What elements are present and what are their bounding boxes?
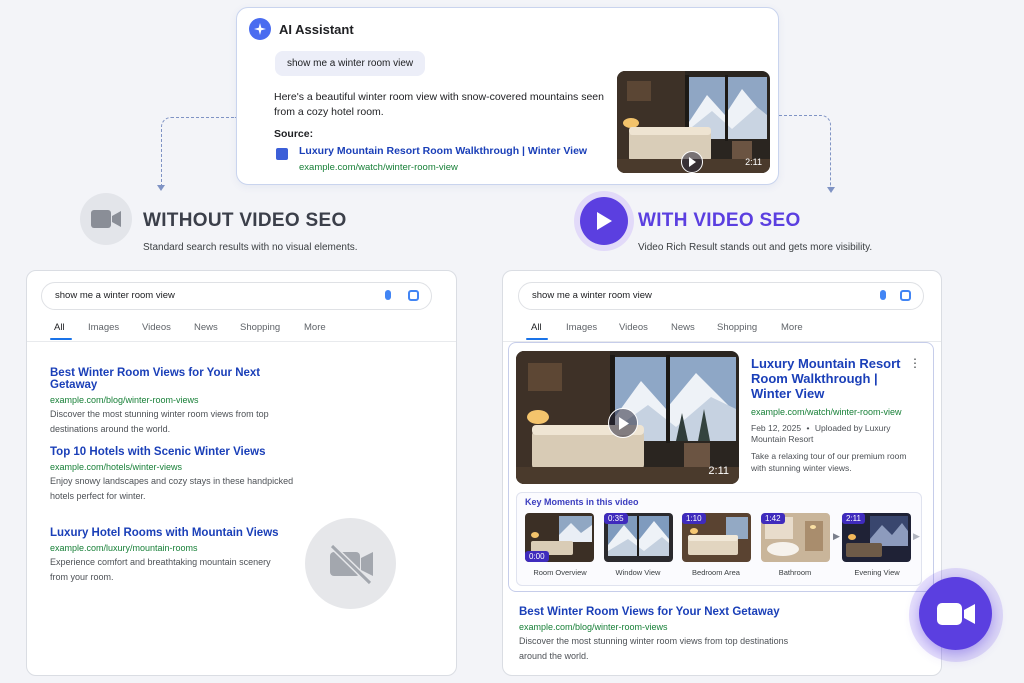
ai-assistant-title: AI Assistant xyxy=(279,22,354,37)
key-moment-thumbnail[interactable]: 1:42 xyxy=(761,513,830,562)
key-moment-time: 0:35 xyxy=(604,513,628,524)
rich-result-url: example.com/watch/winter-room-view xyxy=(751,407,902,417)
connector-arrow-right xyxy=(827,187,835,193)
play-icon[interactable] xyxy=(608,408,638,438)
rich-video-thumbnail[interactable]: 2:11 xyxy=(516,351,739,484)
result-url: example.com/blog/winter-room-views xyxy=(50,395,199,405)
microphone-icon[interactable] xyxy=(385,290,391,300)
connector-arrow-left xyxy=(157,185,165,191)
video-camera-icon xyxy=(80,193,132,245)
video-duration: 2:11 xyxy=(745,157,762,167)
chevron-right-icon[interactable]: ▶ xyxy=(913,531,920,542)
tab-shopping[interactable]: Shopping xyxy=(240,322,280,333)
tab-images[interactable]: Images xyxy=(566,322,597,333)
key-moment-time: 2:11 xyxy=(842,513,865,524)
list-item: Top 10 Hotels with Scenic Winter Views e… xyxy=(50,446,310,503)
tabs-divider xyxy=(27,341,456,342)
ai-assistant-card: AI Assistant show me a winter room view … xyxy=(236,7,779,185)
list-item: Best Winter Room Views for Your Next Get… xyxy=(519,606,809,663)
key-moment-time: 1:42 xyxy=(761,513,785,524)
video-camera-button[interactable] xyxy=(919,577,992,650)
rich-result-title-link[interactable]: Luxury Mountain Resort Room Walkthrough … xyxy=(751,356,901,401)
result-title-link[interactable]: Best Winter Room Views for Your Next Get… xyxy=(50,367,310,391)
result-title-link[interactable]: Best Winter Room Views for Your Next Get… xyxy=(519,606,809,618)
tab-active-indicator xyxy=(526,338,548,340)
rich-result-description: Take a relaxing tour of our premium room… xyxy=(751,451,907,473)
key-moment-label: Evening View xyxy=(854,568,900,577)
key-moment-label: Bedroom Area xyxy=(692,568,740,577)
more-options-icon[interactable]: ⋮ xyxy=(909,357,921,371)
key-moment-thumbnail[interactable]: 0:35 xyxy=(604,513,673,562)
ai-answer-text: Here's a beautiful winter room view with… xyxy=(274,91,604,118)
lens-icon[interactable] xyxy=(408,290,419,301)
with-video-seo-subtitle: Video Rich Result stands out and gets mo… xyxy=(638,242,873,253)
with-video-seo-title: WITH VIDEO SEO xyxy=(638,210,801,231)
connector-right xyxy=(779,115,831,188)
ai-video-thumbnail[interactable]: 2:11 xyxy=(617,71,770,173)
key-moment-thumbnail[interactable]: 1:10 xyxy=(682,513,751,562)
tab-images[interactable]: Images xyxy=(88,322,119,333)
key-moments-title: Key Moments in this video xyxy=(525,497,639,507)
no-video-icon xyxy=(305,518,396,609)
tab-active-indicator xyxy=(50,338,72,340)
result-description: Discover the most stunning winter room v… xyxy=(50,409,269,434)
play-icon[interactable] xyxy=(681,151,703,173)
without-video-seo-title: WITHOUT VIDEO SEO xyxy=(143,210,347,231)
result-url: example.com/hotels/winter-views xyxy=(50,462,183,472)
tab-news[interactable]: News xyxy=(194,322,218,333)
lens-icon[interactable] xyxy=(900,290,911,301)
ai-query-bubble: show me a winter room view xyxy=(275,51,426,76)
chevron-right-icon[interactable]: ▶ xyxy=(833,531,840,542)
tab-all[interactable]: All xyxy=(54,322,65,333)
video-source-icon xyxy=(276,148,288,160)
key-moment-time: 1:10 xyxy=(682,513,706,524)
without-video-seo-subtitle: Standard search results with no visual e… xyxy=(143,242,358,253)
tab-shopping[interactable]: Shopping xyxy=(717,322,757,333)
ai-source-label: Source: xyxy=(274,128,314,140)
key-moment-label: Bathroom xyxy=(778,568,812,577)
result-title-link[interactable]: Top 10 Hotels with Scenic Winter Views xyxy=(50,446,310,458)
list-item: Best Winter Room Views for Your Next Get… xyxy=(50,367,310,436)
sparkle-icon xyxy=(249,18,271,40)
rich-result-date: Feb 12, 2025 xyxy=(751,423,802,433)
tab-news[interactable]: News xyxy=(671,322,695,333)
tab-videos[interactable]: Videos xyxy=(619,322,648,333)
key-moment-label: Room Overview xyxy=(533,568,587,577)
tab-all[interactable]: All xyxy=(531,322,542,333)
key-moment-label: Window View xyxy=(615,568,661,577)
result-url: example.com/luxury/mountain-rooms xyxy=(50,543,198,553)
tab-more[interactable]: More xyxy=(781,322,803,333)
microphone-icon[interactable] xyxy=(880,290,886,300)
ai-source-url: example.com/watch/winter-room-view xyxy=(299,162,458,173)
ai-source-link[interactable]: Luxury Mountain Resort Room Walkthrough … xyxy=(299,145,587,157)
result-description: Experience comfort and breathtaking moun… xyxy=(50,557,271,582)
rich-result-meta: Feb 12, 2025 • Uploaded by Luxury Mounta… xyxy=(751,423,891,444)
search-input[interactable]: show me a winter room view xyxy=(518,282,924,310)
list-item: Luxury Hotel Rooms with Mountain Views e… xyxy=(50,527,310,584)
key-moment-thumbnail[interactable]: 0:00 xyxy=(525,513,594,562)
tab-videos[interactable]: Videos xyxy=(142,322,171,333)
result-url: example.com/blog/winter-room-views xyxy=(519,622,668,632)
play-icon xyxy=(580,197,628,245)
key-moment-time: 0:00 xyxy=(525,551,549,562)
search-input[interactable]: show me a winter room view xyxy=(41,282,432,310)
video-camera-icon xyxy=(936,602,975,625)
result-title-link[interactable]: Luxury Hotel Rooms with Mountain Views xyxy=(50,527,310,539)
video-duration: 2:11 xyxy=(708,465,729,477)
connector-left xyxy=(161,117,236,187)
result-description: Enjoy snowy landscapes and cozy stays in… xyxy=(50,476,294,501)
result-description: Discover the most stunning winter room v… xyxy=(519,636,789,661)
tab-more[interactable]: More xyxy=(304,322,326,333)
key-moment-thumbnail[interactable]: 2:11 xyxy=(842,513,911,562)
